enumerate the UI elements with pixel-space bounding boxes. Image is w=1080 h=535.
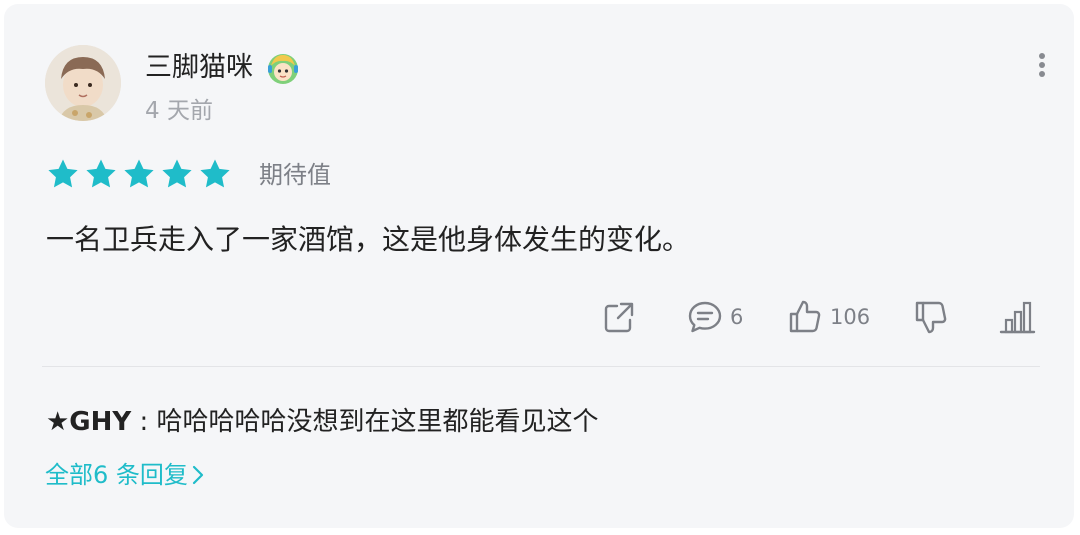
stats-button[interactable] [998,294,1036,340]
avatar-image [45,45,121,121]
username-row[interactable]: 三脚猫咪 [145,48,300,88]
rating-label: 期待值 [259,161,331,189]
reply-author[interactable]: ★GHY [46,407,131,437]
rating-stars [46,155,232,195]
review-text: 一名卫兵走入了一家酒馆，这是他身体发生的变化。 [46,223,691,256]
more-options-icon[interactable] [1030,50,1054,80]
comment-count: 6 [730,305,744,329]
comment-icon [688,301,722,333]
dislike-button[interactable] [912,294,950,340]
bar-chart-icon [999,301,1036,334]
star-icon [86,159,116,188]
action-bar: 6 106 [4,294,1074,340]
reply-separator: : [131,407,157,437]
username[interactable]: 三脚猫咪 [145,52,253,83]
star-icon [162,159,192,188]
share-button[interactable] [600,294,638,340]
thumbs-up-icon [789,300,821,333]
star-icon [200,159,230,188]
comment-button[interactable]: 6 [686,294,743,340]
star-icon [48,159,78,188]
chevron-right-icon [192,465,204,485]
reply-text: 哈哈哈哈哈没想到在这里都能看见这个 [156,407,599,437]
share-icon [604,302,634,333]
like-button[interactable]: 106 [786,294,870,340]
post-time: 4 天前 [145,98,213,124]
thumbs-down-icon [915,301,947,334]
view-all-replies-link[interactable]: 全部6 条回复 [45,456,205,494]
user-badge-icon [267,53,298,84]
reply-preview[interactable]: ★GHY : 哈哈哈哈哈没想到在这里都能看见这个 [46,402,599,442]
view-all-label: 全部6 条回复 [45,461,188,489]
review-card: 三脚猫咪 4 天前 期待值 一名卫兵走入了一家酒馆，这是他身体发生的变化。 6 … [4,4,1074,528]
divider [42,366,1040,367]
like-count: 106 [830,305,871,329]
user-avatar[interactable] [45,45,121,121]
star-icon [124,159,154,188]
